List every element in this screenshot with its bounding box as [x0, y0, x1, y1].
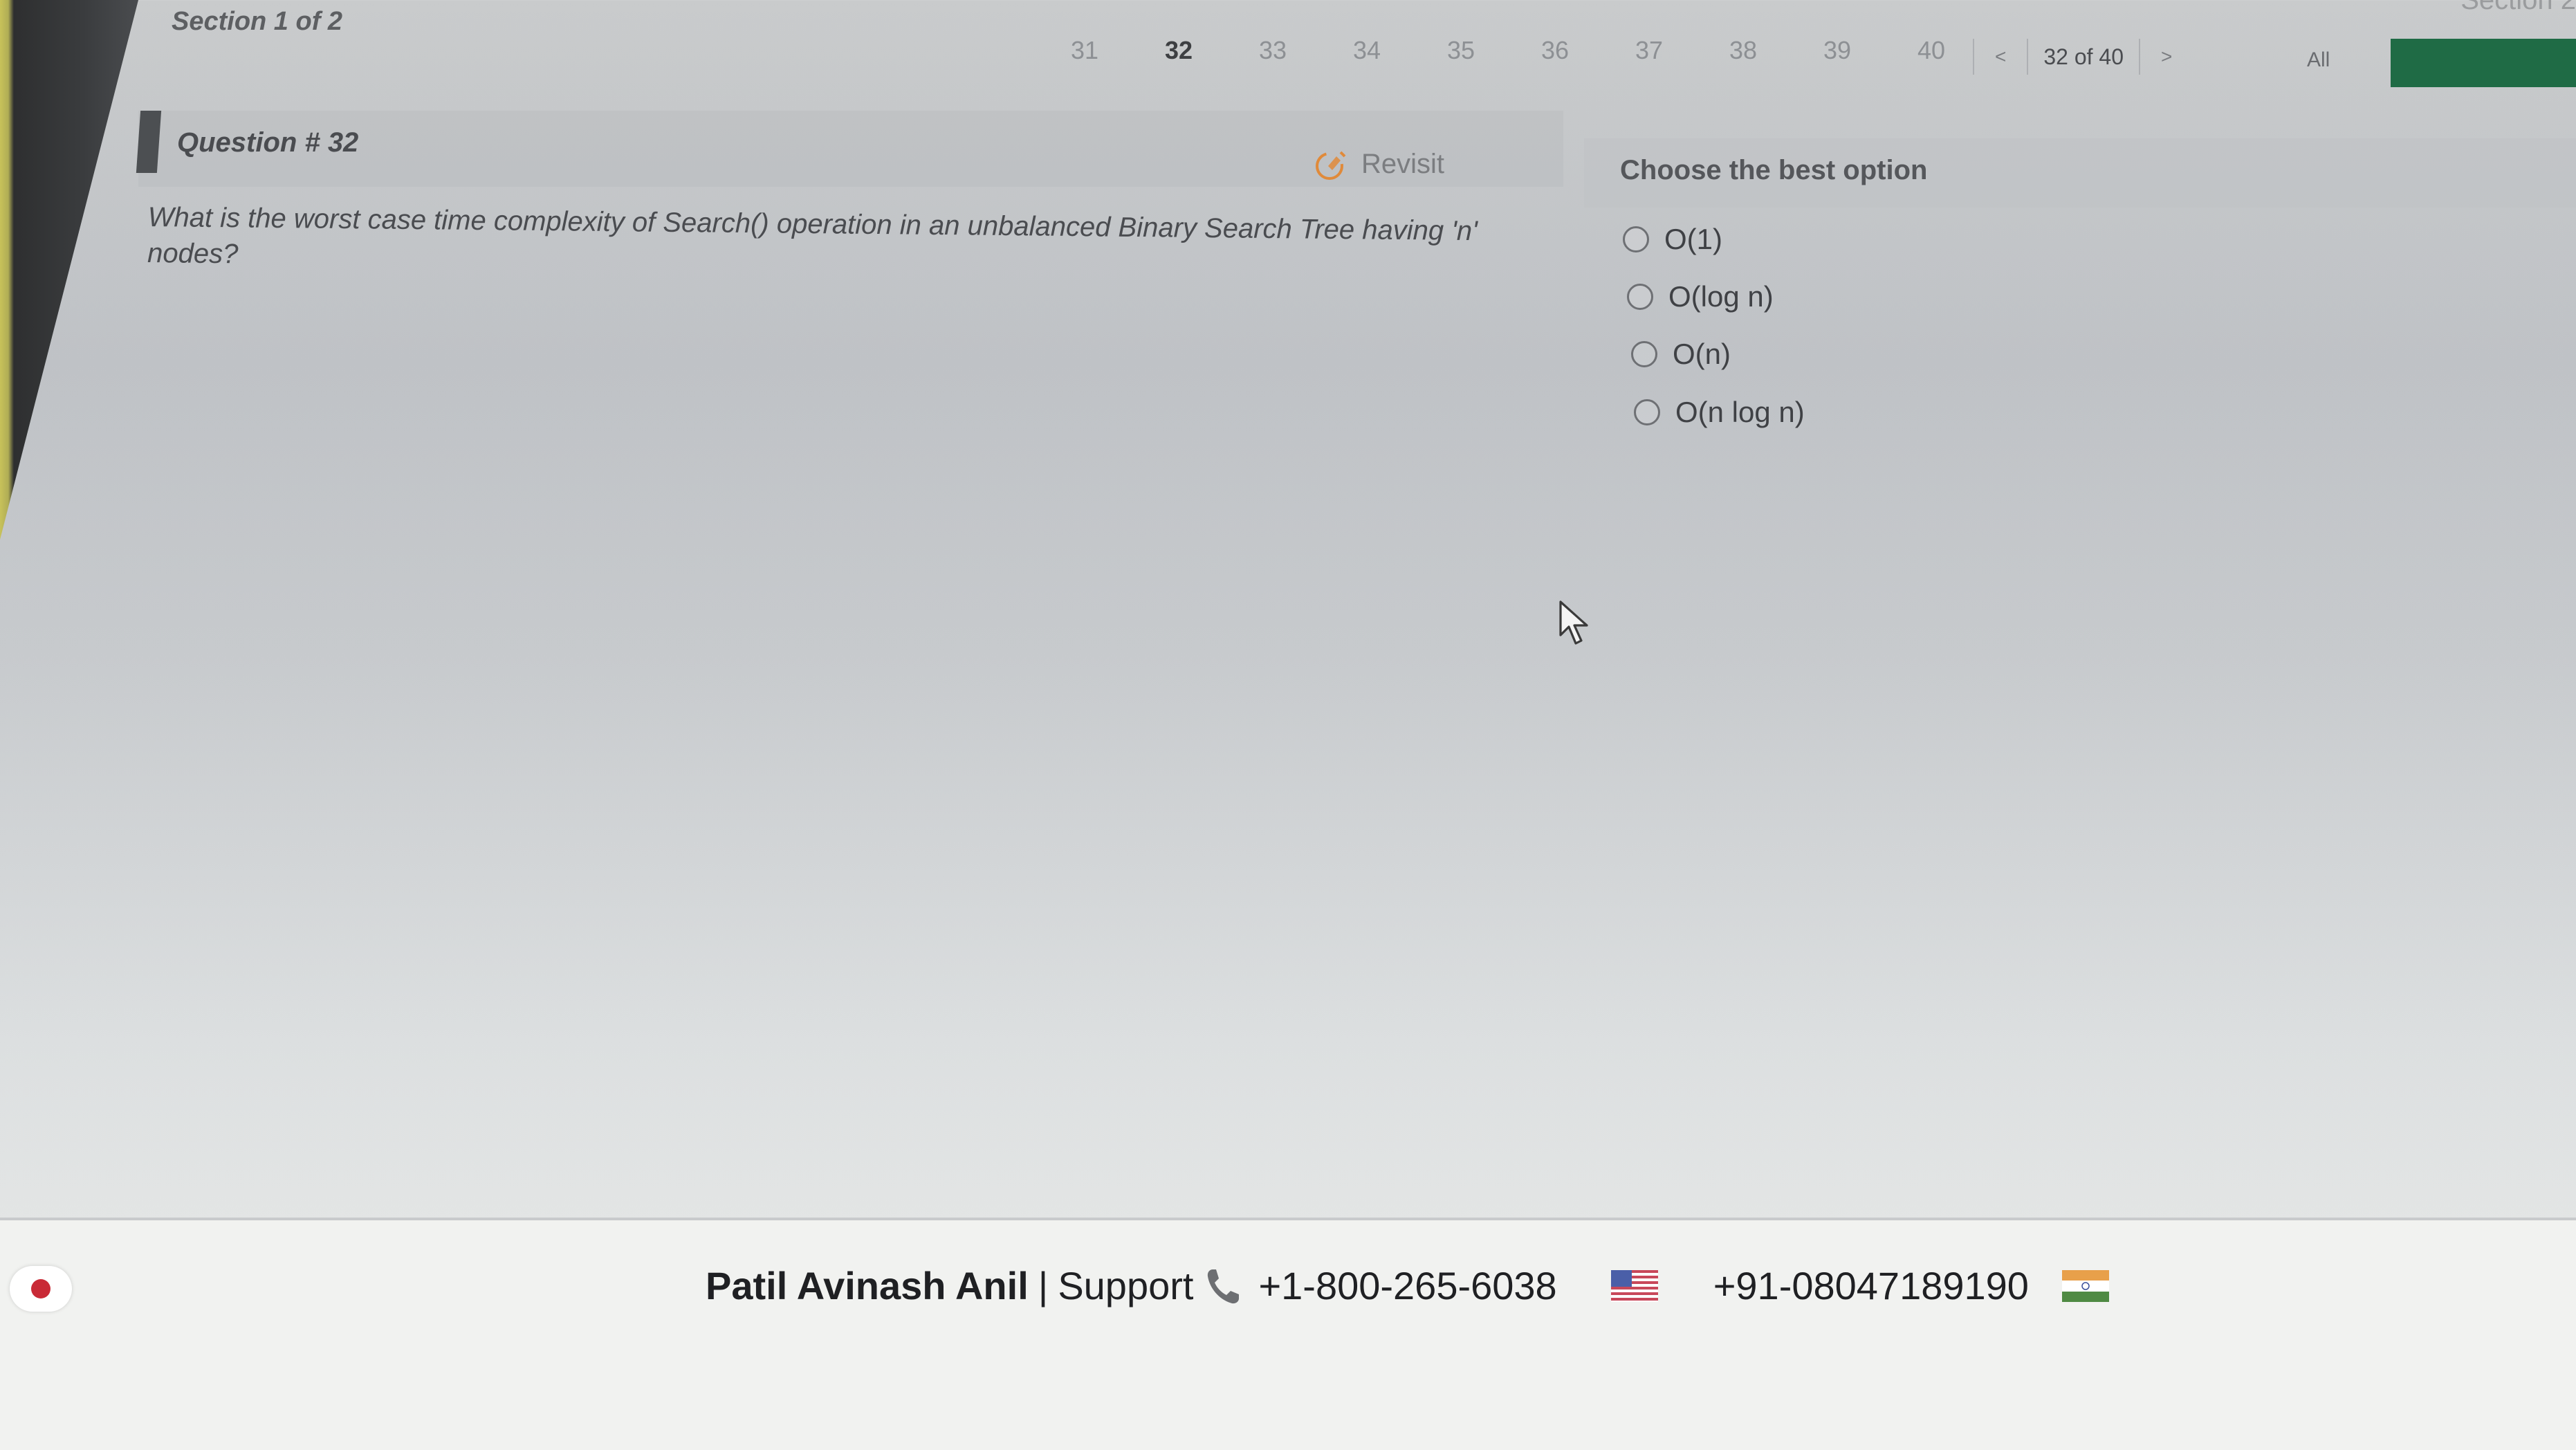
question-text: What is the worst case time complexity o… [147, 201, 1478, 270]
divider [1973, 39, 1974, 75]
mouse-cursor-icon [1559, 600, 1588, 645]
question-link-33[interactable]: 33 [1226, 36, 1320, 65]
option-label: O(log n) [1668, 280, 1774, 313]
support-info: Patil Avinash Anil | Support +1-800-265-… [706, 1263, 2109, 1308]
monitor-bezel [0, 0, 138, 540]
india-flag-icon [2061, 1269, 2109, 1302]
separator: | [1038, 1264, 1049, 1307]
question-link-39[interactable]: 39 [1790, 36, 1884, 65]
us-flag-icon [1610, 1269, 1658, 1302]
radio-button[interactable] [1631, 341, 1657, 367]
option-1[interactable]: O(1) [1623, 223, 1722, 256]
footer-bar [0, 1218, 2576, 1450]
question-link-32[interactable]: 32 [1132, 36, 1226, 65]
section-2-tab[interactable]: Section 2 [2438, 0, 2576, 16]
divider [2027, 39, 2029, 75]
all-questions-button[interactable]: All [2307, 48, 2330, 72]
section-indicator: Section 1 of 2 [172, 7, 343, 36]
option-4[interactable]: O(n log n) [1634, 396, 1805, 429]
revisit-icon [1316, 151, 1346, 180]
question-link-38[interactable]: 38 [1696, 36, 1790, 65]
radio-button[interactable] [1623, 226, 1649, 253]
record-icon [31, 1279, 50, 1298]
question-link-36[interactable]: 36 [1508, 36, 1602, 65]
india-support-phone[interactable]: +91-08047189190 [1713, 1263, 2029, 1308]
question-accent-bar [136, 111, 162, 173]
candidate-name: Patil Avinash Anil [706, 1264, 1029, 1307]
divider [2139, 39, 2141, 75]
option-label: O(1) [1664, 223, 1722, 255]
question-link-31[interactable]: 31 [1038, 36, 1132, 65]
top-navigation-bar: Section 1 of 2 Section 2 31 32 33 34 35 … [0, 0, 2576, 100]
next-question-button[interactable]: > [2155, 46, 2178, 68]
record-indicator [10, 1266, 72, 1312]
question-link-34[interactable]: 34 [1320, 36, 1414, 65]
question-link-37[interactable]: 37 [1602, 36, 1696, 65]
radio-button[interactable] [1634, 399, 1660, 425]
option-2[interactable]: O(log n) [1627, 280, 1774, 313]
question-number: Question # 32 [177, 127, 359, 158]
revisit-button[interactable]: Revisit [1313, 145, 1444, 183]
radio-button[interactable] [1627, 284, 1653, 310]
revisit-label: Revisit [1361, 148, 1445, 179]
us-support-phone[interactable]: +1-800-265-6038 [1258, 1263, 1556, 1308]
question-navigator: 31 32 33 34 35 36 37 38 39 40 [1038, 36, 1978, 65]
option-label: O(n log n) [1675, 396, 1805, 428]
question-link-35[interactable]: 35 [1414, 36, 1508, 65]
support-label: Support [1058, 1264, 1194, 1307]
question-pager: < 32 of 40 > [1958, 39, 2178, 75]
previous-question-button[interactable]: < [1989, 46, 2012, 68]
question-counter: 32 of 40 [2043, 44, 2124, 69]
option-label: O(n) [1673, 338, 1731, 370]
option-3[interactable]: O(n) [1631, 338, 1731, 371]
phone-icon [1208, 1269, 1240, 1303]
submit-section-button[interactable] [2391, 39, 2576, 87]
choose-option-prompt: Choose the best option [1620, 155, 1928, 185]
